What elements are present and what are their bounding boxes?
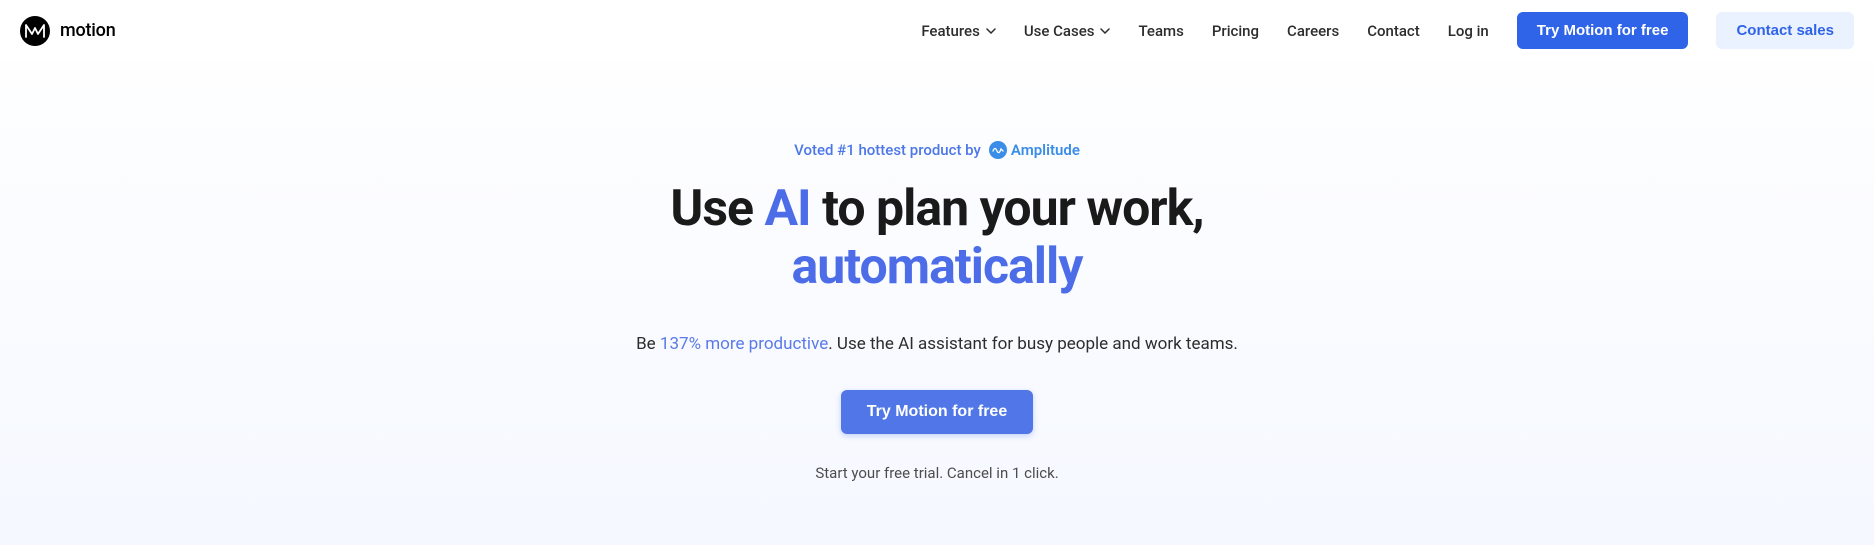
hero-section: Voted #1 hottest product by Amplitude Us… [0, 61, 1874, 482]
nav-teams-label: Teams [1138, 22, 1183, 40]
chevron-down-icon [986, 28, 996, 34]
chevron-down-icon [1100, 28, 1110, 34]
nav-use-cases[interactable]: Use Cases [1024, 22, 1111, 40]
subtext-suffix: . Use the AI assistant for busy people a… [828, 334, 1238, 354]
subtext-accent: 137% more productive [660, 334, 828, 354]
amplitude-icon [989, 141, 1007, 159]
hero-headline: Use AI to plan your work, automatically [0, 181, 1874, 296]
hero-cta: Try Motion for free [0, 390, 1874, 434]
main-nav: Features Use Cases Teams Pricing Careers… [921, 12, 1854, 49]
nav-careers[interactable]: Careers [1287, 22, 1339, 40]
nav-login-label: Log in [1448, 22, 1489, 40]
voted-badge: Voted #1 hottest product by Amplitude [0, 141, 1874, 159]
amplitude-text: Amplitude [1011, 141, 1080, 159]
headline-part1: Use [670, 180, 764, 238]
subtext-prefix: Be [636, 334, 660, 354]
nav-careers-label: Careers [1287, 22, 1339, 40]
nav-pricing[interactable]: Pricing [1212, 22, 1259, 40]
nav-use-cases-label: Use Cases [1024, 22, 1095, 40]
header: motion Features Use Cases Teams Pricing … [0, 0, 1874, 61]
nav-contact[interactable]: Contact [1367, 22, 1420, 40]
headline-ai: AI [764, 180, 810, 238]
nav-teams[interactable]: Teams [1138, 22, 1183, 40]
logo[interactable]: motion [20, 16, 116, 46]
headline-part2: to plan your work, [811, 180, 1204, 238]
hero-try-free-button[interactable]: Try Motion for free [841, 390, 1033, 434]
hero-subtext: Be 137% more productive. Use the AI assi… [0, 334, 1874, 354]
motion-logo-icon [20, 16, 50, 46]
nav-features[interactable]: Features [921, 22, 995, 40]
try-free-button[interactable]: Try Motion for free [1517, 12, 1689, 49]
logo-text: motion [60, 20, 116, 41]
nav-features-label: Features [921, 22, 979, 40]
nav-login[interactable]: Log in [1448, 22, 1489, 40]
nav-pricing-label: Pricing [1212, 22, 1259, 40]
headline-automatically: automatically [792, 238, 1083, 296]
nav-contact-label: Contact [1367, 22, 1420, 40]
voted-text: Voted #1 hottest product by [794, 141, 981, 159]
amplitude-badge[interactable]: Amplitude [989, 141, 1080, 159]
trial-text: Start your free trial. Cancel in 1 click… [0, 464, 1874, 482]
contact-sales-button[interactable]: Contact sales [1716, 12, 1854, 49]
